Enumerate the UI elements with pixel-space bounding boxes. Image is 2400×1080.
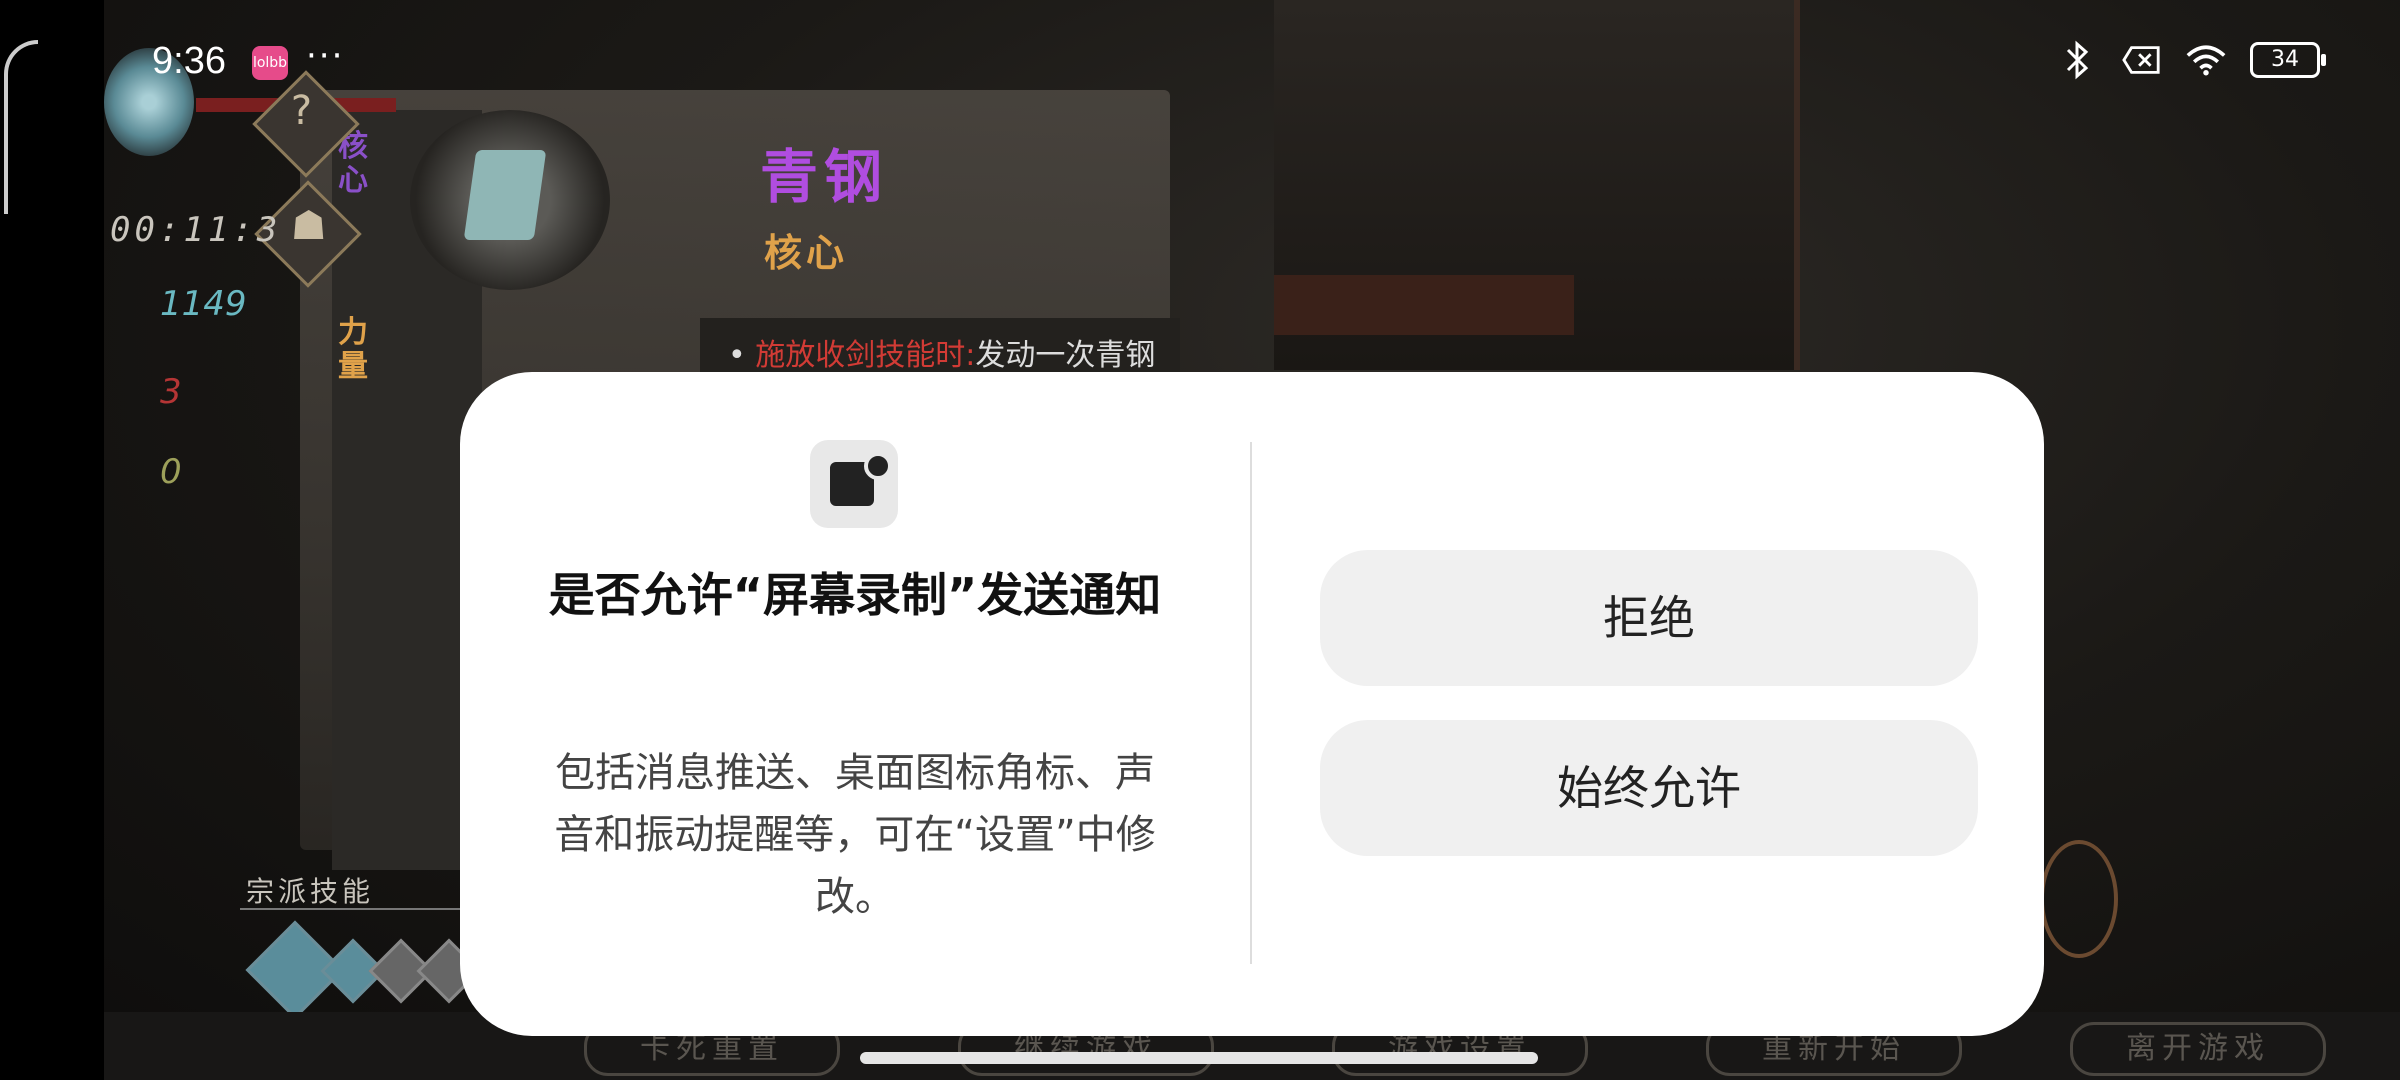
item-icon: [410, 110, 610, 290]
dialog-body: 包括消息推送、桌面图标角标、声音和振动提醒等，可在“设置”中修改。: [554, 750, 1156, 920]
item-desc-highlight: 施放收剑技能时:: [755, 338, 976, 373]
stat-kills: 3: [160, 372, 182, 412]
item-title: 青钢: [760, 143, 889, 211]
wifi-icon: [2186, 40, 2226, 80]
game-timer: 00:11:3: [110, 210, 282, 250]
stat-souls: 1149: [160, 284, 247, 324]
skill-label: 宗派技能: [246, 875, 375, 908]
deny-button[interactable]: 拒绝: [1320, 550, 1978, 686]
item-desc-text: 发动一次青钢: [975, 338, 1156, 373]
item-description: • 施放收剑技能时:发动一次青钢: [728, 338, 1156, 373]
bluetooth-icon: [2058, 40, 2098, 80]
item-subtitle: 核心: [764, 230, 849, 275]
battery-icon: 34: [2250, 42, 2326, 78]
help-icon: ?: [290, 88, 313, 135]
leave-game-button[interactable]: 离开游戏: [2070, 1022, 2326, 1076]
side-tab-core[interactable]: 核心: [338, 130, 380, 198]
stat-keys: 0: [160, 452, 182, 492]
always-allow-button[interactable]: 始终允许: [1320, 720, 1978, 856]
ring-ornament-icon: [2040, 840, 2118, 958]
notification-permission-dialog: 是否允许“屏幕录制”发送通知 包括消息推送、桌面图标角标、声音和振动提醒等，可在…: [460, 372, 2044, 1036]
game-scenery-beam: [1274, 275, 1574, 335]
skill-divider: [240, 908, 460, 910]
dialog-divider: [1250, 442, 1252, 964]
edge-gesture-arc: [4, 40, 38, 214]
side-tab-power[interactable]: 力量: [338, 316, 380, 384]
more-notifications-icon: ···: [306, 36, 345, 76]
notification-dot-icon: [864, 452, 892, 480]
dialog-title: 是否允许“屏幕录制”发送通知: [548, 568, 1162, 622]
status-time: 9:36: [152, 40, 226, 82]
gem-icon: [463, 150, 547, 240]
status-icons: 34: [2058, 40, 2326, 80]
home-indicator[interactable]: [860, 1052, 1538, 1064]
notification-app-icon: [810, 440, 898, 528]
character-icon: ☗: [290, 203, 327, 250]
app-notification-icon: lolbb: [252, 46, 288, 80]
close-box-icon: [2122, 40, 2162, 80]
